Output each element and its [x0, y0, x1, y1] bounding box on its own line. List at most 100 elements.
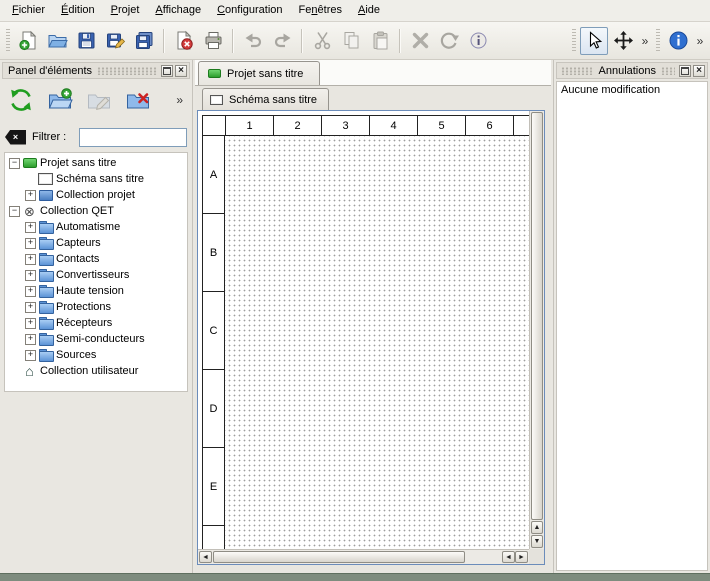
tree-expander-icon[interactable]	[24, 253, 37, 266]
diagram-info-icon	[468, 30, 489, 51]
tree-expander-icon[interactable]	[8, 157, 21, 170]
tree-expander-icon[interactable]	[24, 285, 37, 298]
delete-element-button[interactable]	[122, 84, 154, 116]
tree-item[interactable]: Capteurs	[5, 235, 187, 251]
save-as-button[interactable]	[101, 27, 129, 55]
tree-item[interactable]: Collection QET	[5, 203, 187, 219]
open-file-button[interactable]	[43, 27, 71, 55]
tree-item[interactable]: Sources	[5, 347, 187, 363]
tree-item[interactable]: Projet sans titre	[5, 155, 187, 171]
print-button[interactable]	[199, 27, 227, 55]
tree-expander-icon[interactable]	[24, 189, 37, 202]
scroll-down-icon[interactable]: ▼	[531, 535, 543, 548]
tree-item-label: Collection projet	[56, 189, 135, 201]
tree-expander-icon[interactable]	[24, 269, 37, 282]
status-bar	[0, 573, 710, 581]
new-file-button[interactable]	[14, 27, 42, 55]
schema-canvas[interactable]: 1 2 3 4 5 6 A	[198, 111, 529, 549]
tree-item-icon	[37, 316, 54, 330]
about-qet-button[interactable]	[664, 27, 692, 55]
reload-collections-button[interactable]	[5, 84, 37, 116]
toolbar-overflow-chevron[interactable]: »	[693, 34, 707, 48]
tree-item-icon	[37, 220, 54, 234]
close-dock-button[interactable]	[693, 65, 705, 77]
close-file-button[interactable]	[170, 27, 198, 55]
delete-icon	[410, 30, 431, 51]
move-mode-button[interactable]	[609, 27, 637, 55]
schema-grid[interactable]	[225, 136, 529, 549]
new-element-button[interactable]	[44, 84, 76, 116]
menu-item[interactable]: Fichier	[4, 0, 53, 21]
tree-item[interactable]: Semi-conducteurs	[5, 331, 187, 347]
clear-filter-icon[interactable]: ×	[5, 130, 26, 145]
scroll-right-icon[interactable]: ►	[515, 551, 528, 563]
elements-panel-dock: Panel d'éléments » × Filtrer :	[0, 60, 193, 573]
menu-item[interactable]: Configuration	[209, 0, 290, 21]
menu-item[interactable]: Aide	[350, 0, 388, 21]
tree-expander-icon[interactable]	[24, 317, 37, 330]
close-dock-button[interactable]	[175, 65, 187, 77]
tree-item[interactable]: Contacts	[5, 251, 187, 267]
tree-item-label: Haute tension	[56, 285, 124, 297]
vertical-scrollbar-thumb[interactable]	[531, 112, 543, 520]
project-tab[interactable]: Projet sans titre	[198, 61, 320, 85]
filter-input[interactable]	[79, 128, 187, 147]
save-button[interactable]	[72, 27, 100, 55]
tree-item[interactable]: Automatisme	[5, 219, 187, 235]
menu-item[interactable]: Projet	[103, 0, 148, 21]
scroll-left-icon[interactable]: ◄	[502, 551, 515, 563]
diagram-tab[interactable]: Schéma sans titre	[202, 88, 329, 110]
save-all-button[interactable]	[130, 27, 158, 55]
ruler-column-cell: 2	[274, 116, 322, 136]
tree-item[interactable]: Haute tension	[5, 283, 187, 299]
horizontal-scrollbar-thumb[interactable]	[213, 551, 465, 563]
tree-item[interactable]: Schéma sans titre	[5, 171, 187, 187]
dock-grip	[97, 67, 157, 75]
menu-item[interactable]: Édition	[53, 0, 103, 21]
toolbar-overflow-chevron[interactable]: »	[638, 34, 652, 48]
tree-item[interactable]: Collection utilisateur	[5, 363, 187, 379]
tree-expander-icon[interactable]	[24, 349, 37, 362]
scroll-left-icon[interactable]: ◄	[199, 551, 212, 563]
tree-expander-icon[interactable]	[24, 333, 37, 346]
toolbar-separator	[163, 29, 165, 53]
tree-item[interactable]: Collection projet	[5, 187, 187, 203]
toolbar-grip[interactable]	[572, 29, 576, 53]
tree-expander-icon[interactable]	[24, 237, 37, 250]
tree-item[interactable]: Convertisseurs	[5, 267, 187, 283]
elements-panel-titlebar[interactable]: Panel d'éléments	[2, 62, 190, 79]
tree-item-label: Contacts	[56, 253, 99, 265]
tree-item[interactable]: Protections	[5, 299, 187, 315]
tree-item[interactable]: Récepteurs	[5, 315, 187, 331]
tree-expander-icon[interactable]	[8, 205, 21, 218]
toolbar-separator	[399, 29, 401, 53]
tree-expander-icon[interactable]	[24, 221, 37, 234]
undo-dock-titlebar[interactable]: Annulations	[556, 62, 708, 79]
filter-bar: × Filtrer :	[0, 125, 192, 149]
tree-item-label: Automatisme	[56, 221, 120, 233]
float-dock-button[interactable]	[679, 65, 691, 77]
tree-item-icon	[37, 252, 54, 266]
scroll-up-icon[interactable]: ▲	[531, 521, 543, 534]
undo-list-item[interactable]: Aucune modification	[557, 82, 707, 98]
horizontal-scrollbar[interactable]: ◄ ◄ ►	[198, 549, 529, 564]
menu-item[interactable]: Fenêtres	[291, 0, 350, 21]
menu-item[interactable]: Affichage	[147, 0, 209, 21]
panel-toolbar-overflow-chevron[interactable]: »	[176, 93, 187, 107]
tree-expander-icon[interactable]	[8, 365, 21, 378]
select-mode-button[interactable]	[580, 27, 608, 55]
toolbar-grip[interactable]	[6, 29, 10, 53]
tree-expander-icon[interactable]	[24, 301, 37, 314]
tree-item-label: Capteurs	[56, 237, 101, 249]
horizontal-scrollbar-track[interactable]	[466, 551, 502, 563]
ruler-row-cell: E	[203, 448, 225, 526]
diagram-info-button[interactable]	[464, 27, 492, 55]
toolbar-grip[interactable]	[656, 29, 660, 53]
project-tab-bar: Projet sans titre	[195, 60, 551, 86]
undo-history-dock: Annulations Aucune modification	[553, 60, 710, 573]
tree-item-icon	[37, 300, 54, 314]
ruler-row-cell: D	[203, 370, 225, 448]
float-dock-button[interactable]	[161, 65, 173, 77]
tree-expander-icon[interactable]	[24, 173, 37, 186]
vertical-scrollbar[interactable]: ▲ ▼	[529, 111, 544, 549]
